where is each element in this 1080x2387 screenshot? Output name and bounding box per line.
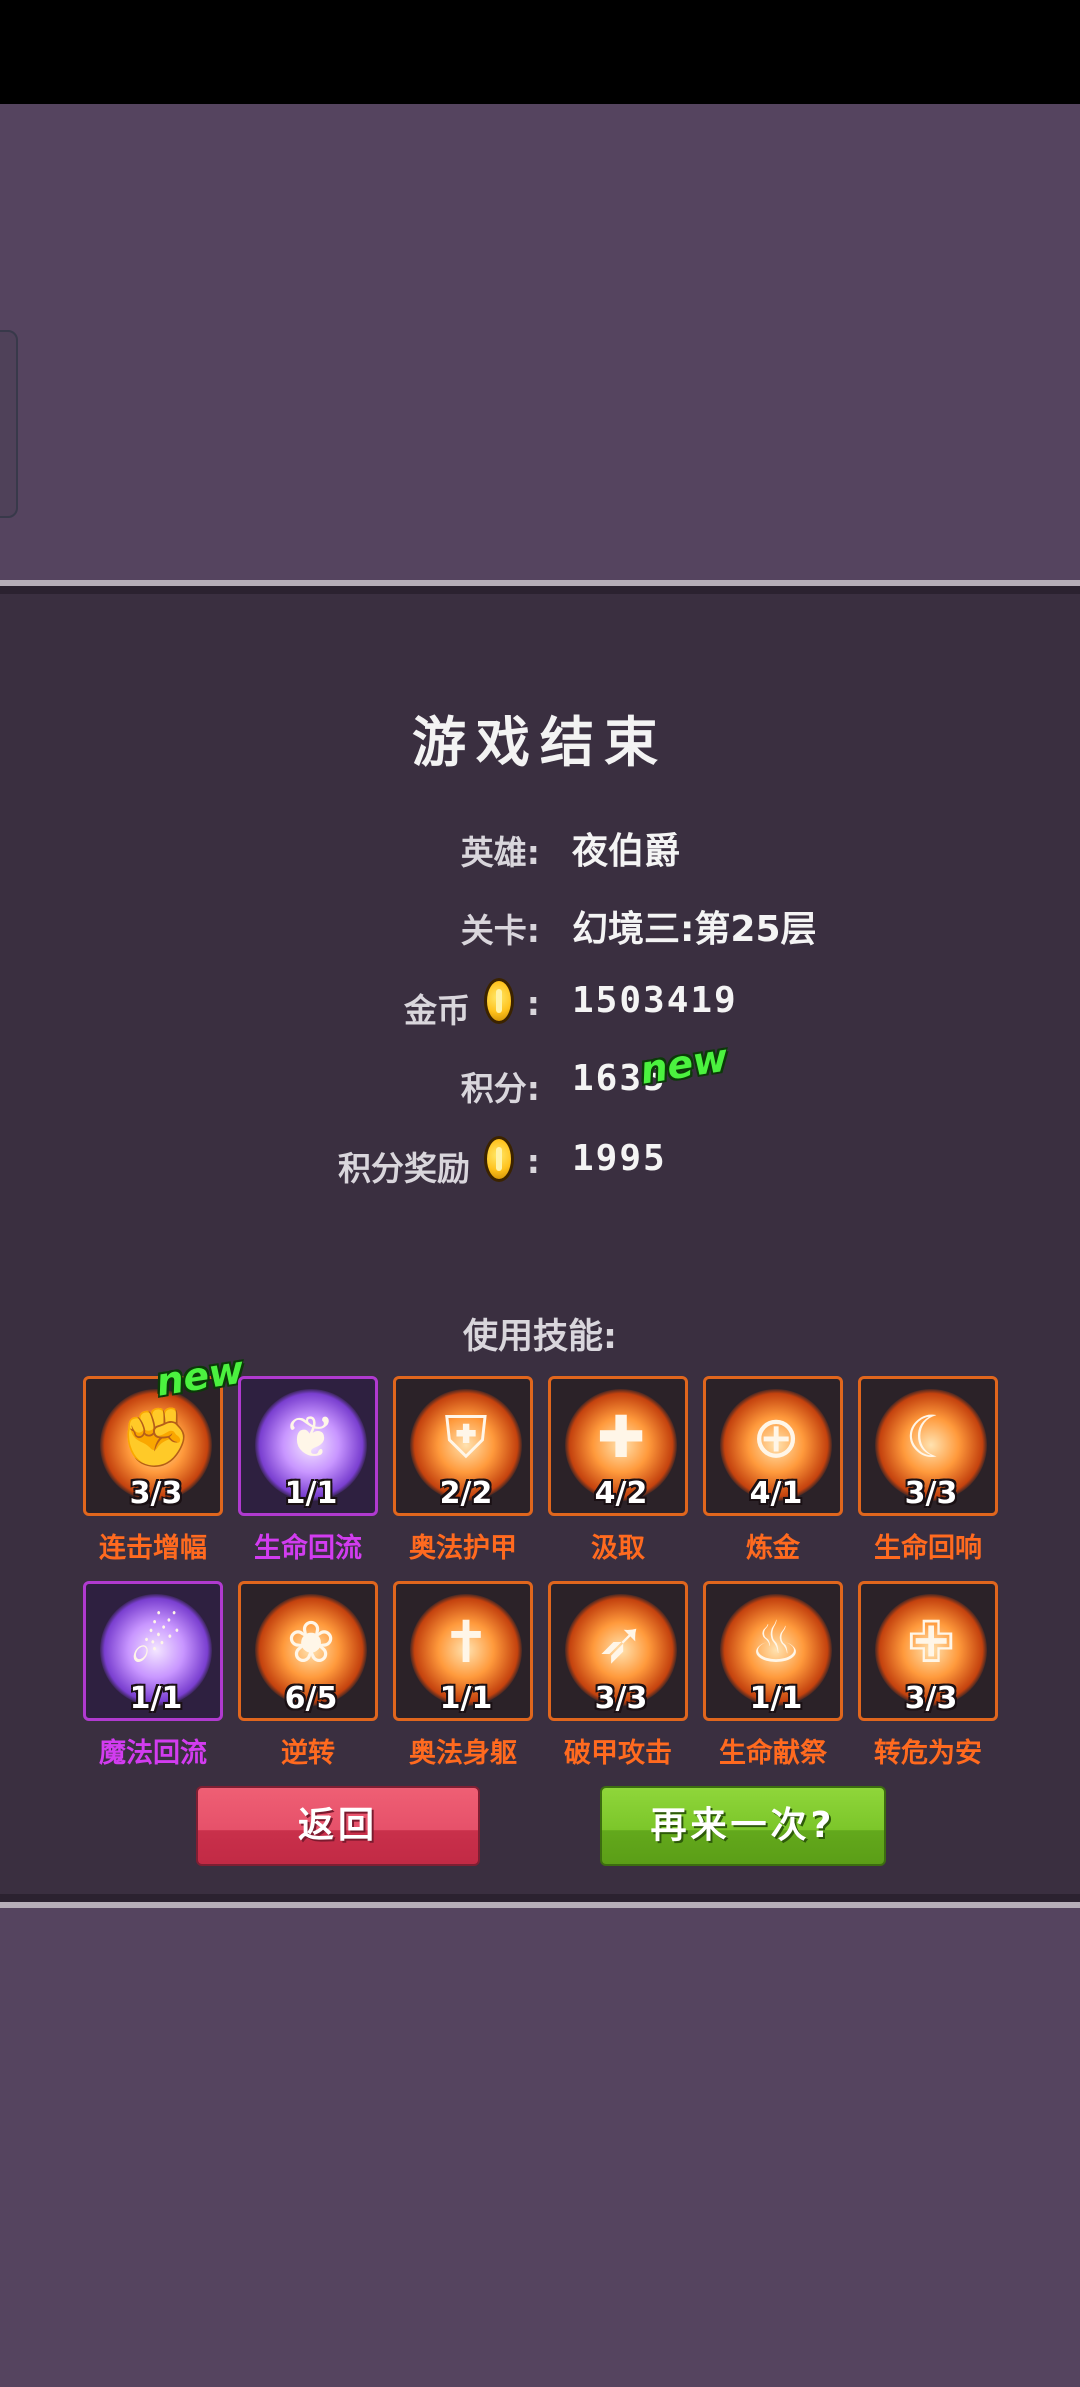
hero-value: 夜伯爵 bbox=[572, 831, 681, 872]
skill-combo-boost[interactable]: ✊ 3/3 连击增幅 bbox=[83, 1376, 223, 1566]
skill-name: 汲取 bbox=[591, 1533, 645, 1564]
skill-name: 生命回流 bbox=[254, 1533, 362, 1564]
skill-count: 1/1 bbox=[129, 1681, 183, 1716]
new-record-badge: new bbox=[637, 1035, 731, 1093]
skill-frame: ♨ 1/1 bbox=[703, 1581, 843, 1721]
stage-label: 关卡: bbox=[460, 911, 540, 950]
skill-armor-break[interactable]: ➶ 3/3 破甲攻击 bbox=[548, 1581, 688, 1771]
flexed-arm-icon: ☾ bbox=[905, 1403, 957, 1471]
skill-frame: ⛨ 2/2 bbox=[393, 1376, 533, 1516]
skill-count: 3/3 bbox=[904, 1476, 958, 1511]
skill-frame: ⊕ 4/1 bbox=[703, 1376, 843, 1516]
reward-colon: : bbox=[526, 1142, 540, 1181]
drain-cross-icon: ✚ bbox=[596, 1403, 646, 1471]
skill-count: 4/2 bbox=[594, 1476, 648, 1511]
magic-flow-icon: ☄ bbox=[130, 1608, 182, 1676]
skill-name: 逆转 bbox=[281, 1738, 335, 1769]
combo-fist-icon: ✊ bbox=[119, 1403, 193, 1471]
skill-arcane-armor[interactable]: ⛨ 2/2 奥法护甲 bbox=[393, 1376, 533, 1566]
flame-sacrifice-icon: ♨ bbox=[750, 1608, 802, 1676]
skill-frame: ❦ 1/1 bbox=[238, 1376, 378, 1516]
skill-count: 2/2 bbox=[439, 1476, 493, 1511]
skill-drain[interactable]: ✚ 4/2 汲取 bbox=[548, 1376, 688, 1566]
life-flow-icon: ❦ bbox=[286, 1403, 336, 1471]
winged-cross-icon: ✝ bbox=[441, 1608, 491, 1676]
score-label: 积分: bbox=[460, 1069, 540, 1108]
hero-row: 英雄: 夜伯爵 bbox=[0, 818, 1080, 878]
skill-frame: ➶ 3/3 bbox=[548, 1581, 688, 1721]
reward-label: 积分奖励 bbox=[338, 1149, 470, 1188]
skill-frame: ✙ 3/3 bbox=[858, 1581, 998, 1721]
skill-name: 生命回响 bbox=[874, 1533, 982, 1564]
skill-name: 炼金 bbox=[746, 1533, 800, 1564]
gold-value: 1503419 bbox=[572, 980, 738, 1021]
status-bar bbox=[0, 0, 1080, 104]
armor-break-arrow-icon: ➶ bbox=[596, 1608, 646, 1676]
gold-row: 金币 : 1503419 bbox=[0, 976, 1080, 1036]
skill-frame: ❀ 6/5 bbox=[238, 1581, 378, 1721]
reward-value: 1995 bbox=[572, 1138, 667, 1179]
skill-count: 6/5 bbox=[284, 1681, 338, 1716]
back-button[interactable]: 返回 bbox=[196, 1786, 480, 1866]
side-drawer-tab[interactable] bbox=[0, 330, 18, 518]
skill-count: 3/3 bbox=[129, 1476, 183, 1511]
skill-life-flow[interactable]: ❦ 1/1 生命回流 bbox=[238, 1376, 378, 1566]
stage-row: 关卡: 幻境三:第25层 bbox=[0, 896, 1080, 956]
skill-alchemy[interactable]: ⊕ 4/1 炼金 bbox=[703, 1376, 843, 1566]
gold-colon: : bbox=[526, 984, 540, 1023]
game-over-panel: 游戏结束 英雄: 夜伯爵 关卡: 幻境三:第25层 金币 : 1503419 积… bbox=[0, 580, 1080, 1908]
skill-count: 1/1 bbox=[439, 1681, 493, 1716]
skill-turn-danger-safe[interactable]: ✙ 3/3 转危为安 bbox=[858, 1581, 998, 1771]
stage-value: 幻境三:第25层 bbox=[572, 909, 817, 950]
skill-count: 4/1 bbox=[749, 1476, 803, 1511]
skill-life-echo[interactable]: ☾ 3/3 生命回响 bbox=[858, 1376, 998, 1566]
skill-count: 3/3 bbox=[594, 1681, 648, 1716]
skill-frame: ✝ 1/1 bbox=[393, 1581, 533, 1721]
reward-row: 积分奖励 : 1995 bbox=[0, 1134, 1080, 1194]
page-title: 游戏结束 bbox=[412, 711, 668, 774]
skill-count: 1/1 bbox=[749, 1681, 803, 1716]
skill-frame: ✚ 4/2 bbox=[548, 1376, 688, 1516]
skill-name: 转危为安 bbox=[874, 1738, 982, 1769]
skill-name: 连击增幅 bbox=[99, 1533, 207, 1564]
reward-coin-icon bbox=[484, 1136, 514, 1182]
gold-coin-icon bbox=[484, 978, 514, 1024]
skill-arcane-body[interactable]: ✝ 1/1 奥法身躯 bbox=[393, 1581, 533, 1771]
heal-runner-icon: ✙ bbox=[906, 1608, 956, 1676]
skill-name: 奥法身躯 bbox=[409, 1738, 517, 1769]
skill-magic-flow[interactable]: ☄ 1/1 魔法回流 bbox=[83, 1581, 223, 1771]
gold-label: 金币 bbox=[404, 991, 470, 1030]
skill-name: 奥法护甲 bbox=[409, 1533, 517, 1564]
skill-frame: ☄ 1/1 bbox=[83, 1581, 223, 1721]
skill-life-sacrifice[interactable]: ♨ 1/1 生命献祭 bbox=[703, 1581, 843, 1771]
score-row: 积分: 1635 new bbox=[0, 1035, 1080, 1114]
skill-reversal[interactable]: ❀ 6/5 逆转 bbox=[238, 1581, 378, 1771]
reversal-icon: ❀ bbox=[286, 1608, 336, 1676]
skill-count: 3/3 bbox=[904, 1681, 958, 1716]
skill-frame: ☾ 3/3 bbox=[858, 1376, 998, 1516]
arcane-armor-icon: ⛨ bbox=[444, 1403, 488, 1471]
retry-button[interactable]: 再来一次? bbox=[600, 1786, 886, 1866]
skills-heading: 使用技能: bbox=[463, 1317, 617, 1357]
skill-name: 魔法回流 bbox=[99, 1738, 207, 1769]
hero-label: 英雄: bbox=[460, 833, 540, 872]
skill-count: 1/1 bbox=[284, 1476, 338, 1511]
skill-name: 破甲攻击 bbox=[564, 1738, 672, 1769]
skill-name: 生命献祭 bbox=[719, 1738, 827, 1769]
alchemy-target-icon: ⊕ bbox=[751, 1403, 801, 1471]
